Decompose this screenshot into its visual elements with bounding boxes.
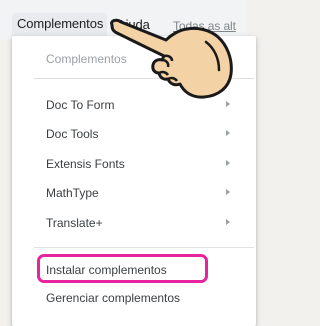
chevron-right-icon	[226, 130, 230, 136]
menu-item-label: Doc To Form	[46, 98, 115, 112]
pointing-hand-icon	[110, 18, 233, 99]
menu-item-label: Extensis Fonts	[46, 157, 125, 171]
menu-item-doc-tools[interactable]: Doc Tools	[12, 121, 256, 147]
manage-addons-label: Gerenciar complementos	[46, 291, 181, 305]
menu-item-label: Translate+	[46, 216, 103, 230]
menu-item-mathtype[interactable]: MathType	[12, 180, 256, 206]
menu-item-label: Doc Tools	[46, 127, 99, 141]
menu-item-extensis-fonts[interactable]: Extensis Fonts	[12, 151, 256, 177]
chevron-right-icon	[226, 160, 230, 166]
highlight-box	[37, 254, 208, 283]
menu-item-label: MathType	[46, 186, 99, 200]
chevron-right-icon	[226, 219, 230, 225]
menu-divider	[34, 247, 254, 248]
menu-item-translate-plus[interactable]: Translate+	[12, 210, 256, 236]
chevron-right-icon	[226, 189, 230, 195]
menu-complementos[interactable]: Complementos	[12, 13, 108, 36]
manage-addons-item[interactable]: Gerenciar complementos	[12, 285, 256, 311]
